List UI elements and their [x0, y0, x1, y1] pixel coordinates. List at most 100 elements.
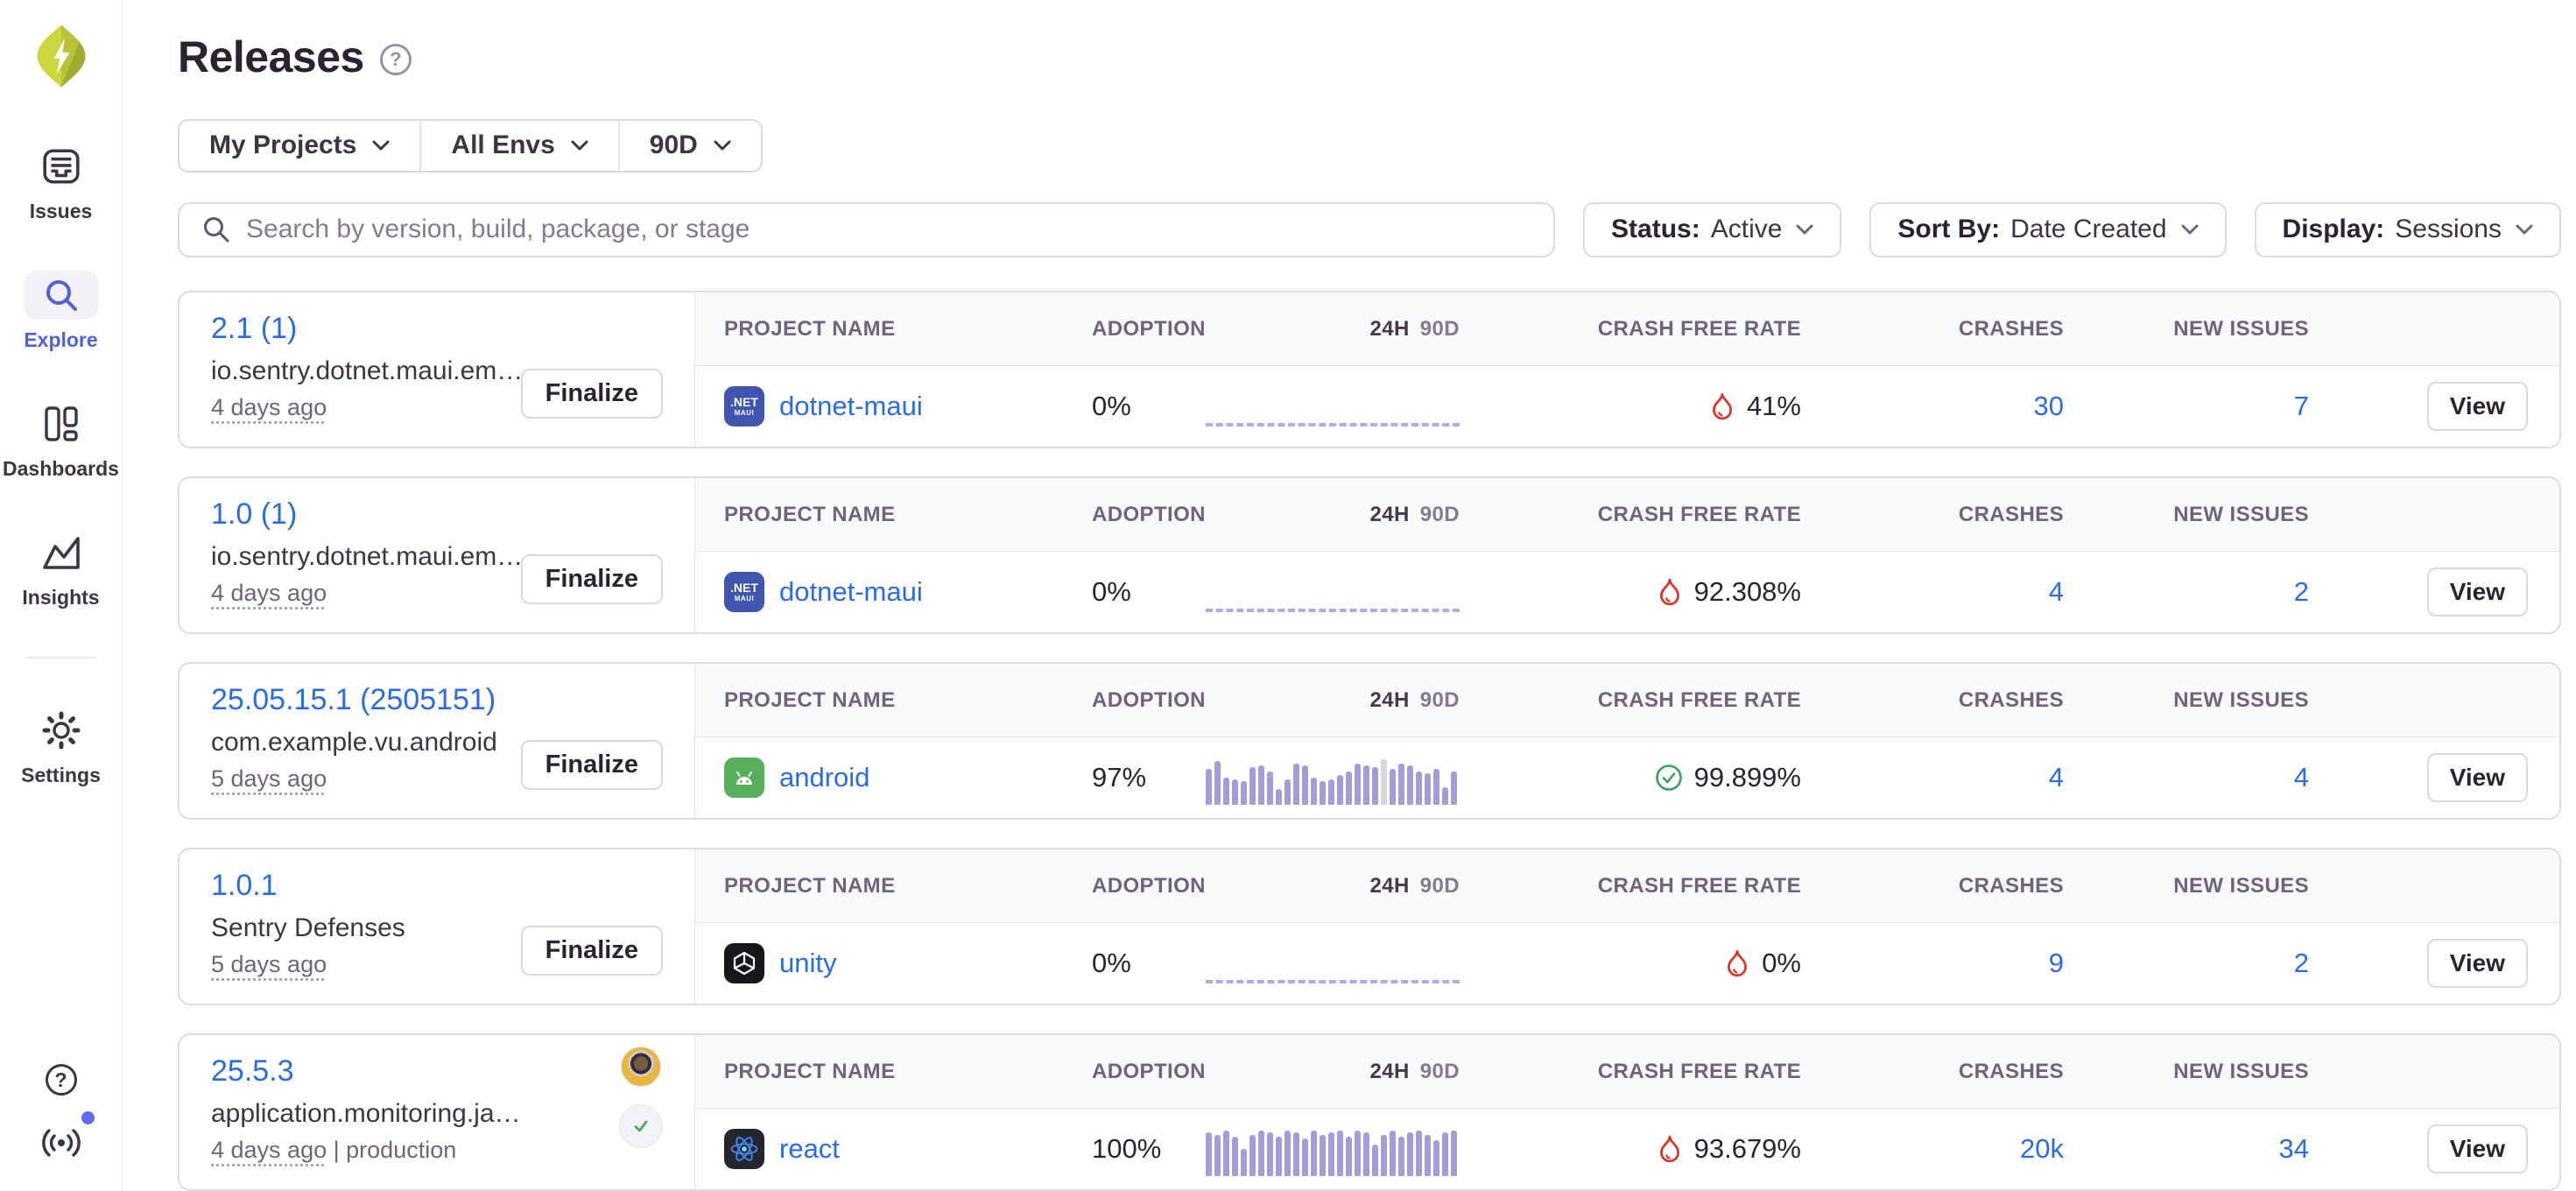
sessions-sparkline — [1206, 366, 1460, 447]
sentry-logo[interactable] — [32, 21, 91, 91]
new-issues-link[interactable]: 7 — [2294, 391, 2309, 421]
flame-icon — [1657, 578, 1683, 606]
project-link[interactable]: android — [779, 762, 869, 793]
release-table: PROJECT NAME ADOPTION 24H90D CRASH FREE … — [695, 849, 2559, 1004]
release-card: 2.1 (1) io.sentry.dotnet.maui.em… 4 days… — [178, 291, 2561, 448]
sessions-sparkline — [1206, 1109, 1460, 1189]
page-title: Releases — [178, 32, 364, 82]
dotnet-maui-platform-icon: .NETMAUI — [724, 386, 764, 426]
release-version-link[interactable]: 1.0.1 — [211, 869, 278, 903]
finalized-check-badge — [619, 1104, 663, 1148]
adoption-value: 0% — [1092, 391, 1206, 422]
release-card: 1.0 (1) io.sentry.dotnet.maui.em… 4 days… — [178, 476, 2561, 634]
crash-free-rate: 92.308% — [1460, 576, 1801, 608]
sidebar-item-label: Settings — [21, 764, 101, 787]
view-button[interactable]: View — [2427, 382, 2528, 431]
view-button[interactable]: View — [2427, 753, 2528, 802]
sidebar-item-issues[interactable]: Issues — [0, 142, 122, 223]
check-icon — [630, 1115, 652, 1138]
no-data-line — [1206, 609, 1460, 612]
crashes-link[interactable]: 4 — [2049, 576, 2064, 607]
release-created: 4 days ago — [211, 580, 327, 606]
new-issues-link[interactable]: 2 — [2294, 948, 2309, 978]
help-icon[interactable]: ? — [46, 1064, 77, 1096]
status-dropdown[interactable]: Status: Active — [1583, 202, 1841, 257]
release-card: 1.0.1 Sentry Defenses 5 days ago Finaliz… — [178, 848, 2561, 1005]
table-header: PROJECT NAME ADOPTION 24H90D CRASH FREE … — [695, 1035, 2559, 1109]
sidebar-item-dashboards[interactable]: Dashboards — [0, 399, 122, 481]
crashes-link[interactable]: 9 — [2049, 948, 2064, 978]
view-button[interactable]: View — [2427, 1124, 2528, 1173]
search-input[interactable] — [246, 215, 1531, 244]
sidebar-item-settings[interactable]: Settings — [0, 706, 122, 787]
new-issues-link[interactable]: 4 — [2294, 762, 2309, 793]
finalize-button[interactable]: Finalize — [521, 554, 663, 604]
sidebar-item-label: Issues — [30, 200, 93, 223]
chevron-down-icon — [571, 140, 588, 151]
project-link[interactable]: dotnet-maui — [779, 576, 923, 608]
release-version-link[interactable]: 25.5.3 — [211, 1054, 294, 1089]
view-button[interactable]: View — [2427, 567, 2528, 617]
search-row: Status: Active Sort By: Date Created Dis… — [178, 202, 2561, 257]
react-platform-icon — [724, 1129, 764, 1169]
release-table: PROJECT NAME ADOPTION 24H90D CRASH FREE … — [695, 478, 2559, 632]
date-range-dropdown[interactable]: 90D — [620, 121, 761, 171]
sessions-sparkline — [1206, 552, 1460, 632]
check-circle-icon — [1655, 764, 1683, 792]
sidebar-nav: Issues Explore — [0, 142, 122, 787]
project-filter-dropdown[interactable]: My Projects — [179, 121, 419, 171]
sidebar-item-insights[interactable]: Insights — [0, 528, 122, 610]
whats-new-button[interactable] — [40, 1125, 82, 1165]
environment-filter-dropdown[interactable]: All Envs — [421, 121, 617, 171]
finalize-button[interactable]: Finalize — [521, 740, 663, 790]
crash-free-rate: 41% — [1460, 391, 1801, 422]
finalize-button[interactable]: Finalize — [521, 926, 663, 976]
release-created: 4 days ago — [211, 394, 327, 420]
crashes-link[interactable]: 20k — [2020, 1133, 2064, 1164]
sidebar-item-label: Insights — [22, 586, 99, 610]
sidebar-item-label: Explore — [24, 328, 97, 352]
table-header: PROJECT NAME ADOPTION 24H90D CRASH FREE … — [695, 849, 2559, 923]
new-issues-link[interactable]: 34 — [2279, 1133, 2309, 1164]
crash-free-rate: 0% — [1460, 948, 1801, 979]
table-row: .NETMAUI dotnet-maui 0% 41% 30 — [695, 366, 2559, 447]
project-link[interactable]: unity — [779, 948, 836, 979]
chevron-down-icon — [2181, 224, 2199, 235]
unity-platform-icon — [724, 943, 764, 983]
release-card: 25.5.3 application.monitoring.ja… 4 days… — [178, 1033, 2561, 1191]
release-info: 1.0 (1) io.sentry.dotnet.maui.em… 4 days… — [179, 478, 695, 632]
release-version-link[interactable]: 1.0 (1) — [211, 497, 297, 532]
sidebar-bottom: ? — [40, 1064, 82, 1191]
page-header: Releases ? — [178, 32, 2561, 82]
table-header: PROJECT NAME ADOPTION 24H90D CRASH FREE … — [695, 478, 2559, 552]
table-row: unity 0% 0% 9 2 View — [695, 923, 2559, 1004]
finalize-button[interactable]: Finalize — [521, 369, 663, 419]
project-link[interactable]: react — [779, 1133, 840, 1165]
crash-free-rate: 99.899% — [1460, 762, 1801, 793]
avatar — [621, 1047, 661, 1087]
adoption-value: 0% — [1092, 948, 1206, 979]
table-header: PROJECT NAME ADOPTION 24H90D CRASH FREE … — [695, 292, 2559, 366]
page-help-icon[interactable]: ? — [380, 44, 412, 75]
crash-free-rate: 93.679% — [1460, 1133, 1801, 1165]
sidebar-item-label: Dashboards — [3, 457, 119, 481]
releases-page: Issues Explore — [0, 0, 2576, 1191]
no-data-line — [1206, 980, 1460, 983]
sidebar-divider — [26, 657, 96, 659]
chevron-down-icon — [372, 140, 390, 151]
release-version-link[interactable]: 25.05.15.1 (2505151) — [211, 683, 496, 717]
search-box — [178, 202, 1555, 257]
view-button[interactable]: View — [2427, 939, 2528, 988]
release-version-link[interactable]: 2.1 (1) — [211, 312, 297, 346]
chevron-down-icon — [1796, 224, 1813, 235]
project-link[interactable]: dotnet-maui — [779, 391, 923, 422]
new-issues-link[interactable]: 2 — [2294, 576, 2309, 607]
crashes-link[interactable]: 4 — [2049, 762, 2064, 793]
no-data-line — [1206, 423, 1460, 426]
flame-icon — [1709, 392, 1735, 420]
search-explore-icon — [24, 271, 99, 320]
sort-by-dropdown[interactable]: Sort By: Date Created — [1869, 202, 2226, 257]
crashes-link[interactable]: 30 — [2034, 391, 2064, 421]
sidebar-item-explore[interactable]: Explore — [0, 271, 122, 352]
display-dropdown[interactable]: Display: Sessions — [2255, 202, 2561, 257]
